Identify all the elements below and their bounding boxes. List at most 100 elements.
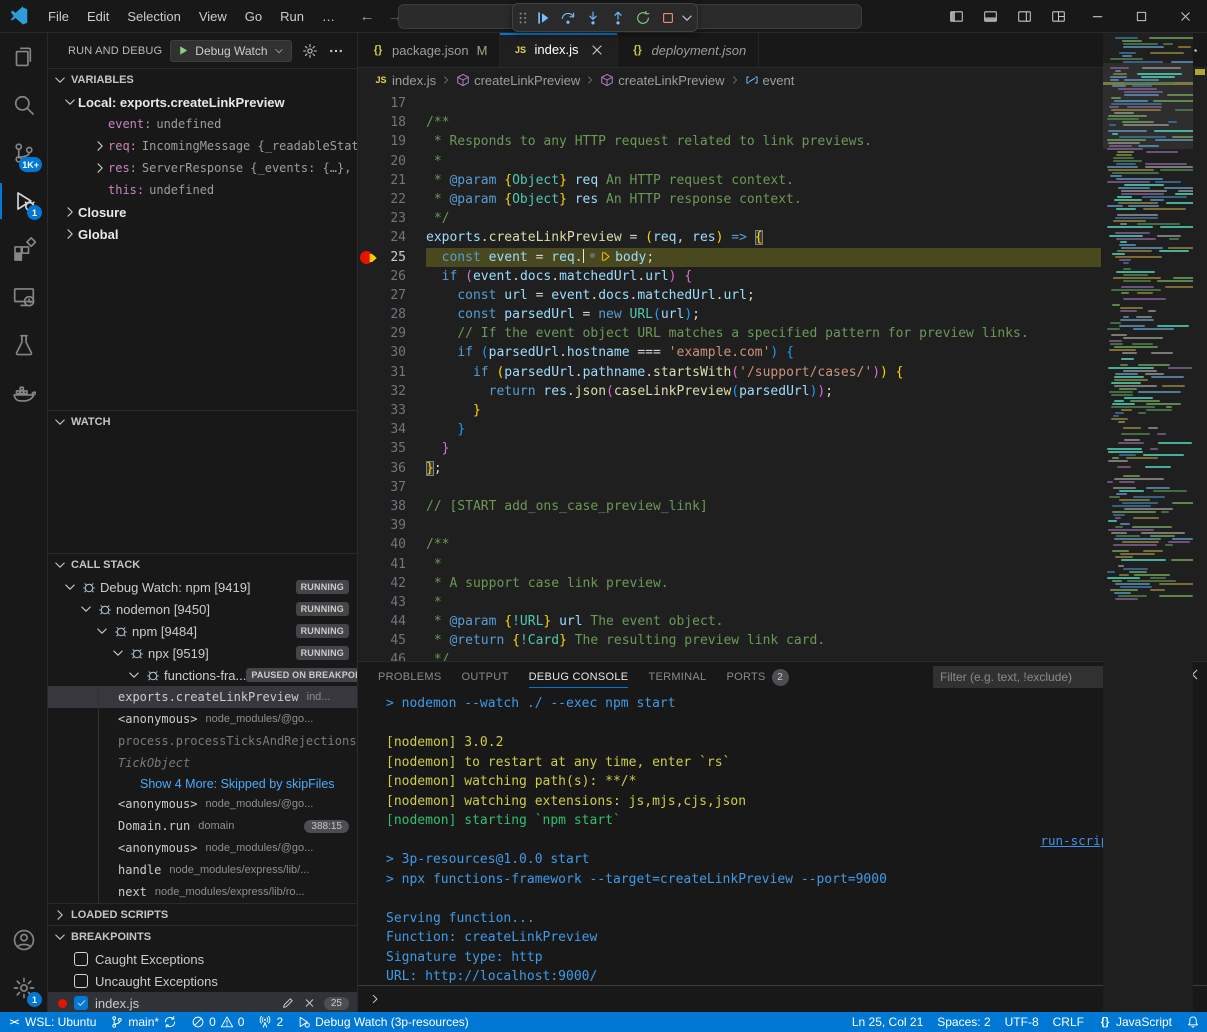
start-debug-icon[interactable]: [177, 44, 190, 57]
maximize-button[interactable]: [1119, 0, 1163, 32]
debug-session-picker[interactable]: [680, 5, 694, 30]
stack-frame-row[interactable]: Domain.rundomain388:15: [48, 815, 357, 837]
overview-ruler[interactable]: [1193, 33, 1207, 1012]
checkbox-checked[interactable]: [74, 996, 88, 1010]
gutter[interactable]: 20: [358, 152, 426, 171]
activity-bar-item-settings[interactable]: 1: [0, 964, 47, 1012]
menu-item-run[interactable]: Run: [271, 0, 313, 32]
step-over-button[interactable]: [555, 5, 580, 30]
gutter[interactable]: 24: [358, 228, 426, 247]
code-line[interactable]: 45 * @return {!Card} The resulting previ…: [358, 631, 1207, 650]
code-line[interactable]: 28 const parsedUrl = new URL(url);: [358, 305, 1207, 324]
panel-tab-output[interactable]: OUTPUT: [452, 662, 519, 692]
variable-row[interactable]: res:ServerResponse {_events: {…}, _e…: [48, 157, 357, 179]
panel-tab-ports[interactable]: PORTS2: [716, 662, 798, 692]
code-line[interactable]: 19 * Responds to any HTTP request relate…: [358, 132, 1207, 151]
breakpoint-row[interactable]: Caught Exceptions: [48, 948, 357, 970]
gutter[interactable]: 31: [358, 363, 426, 382]
code-line[interactable]: 46 */: [358, 650, 1207, 661]
restart-button[interactable]: [630, 5, 655, 30]
gutter[interactable]: 40: [358, 535, 426, 554]
gutter[interactable]: 21: [358, 171, 426, 190]
activity-bar-item-explorer[interactable]: [0, 33, 47, 81]
code-line[interactable]: 23 */: [358, 209, 1207, 228]
debug-session-row[interactable]: Debug Watch: npm [9419]RUNNING: [48, 576, 357, 598]
step-into-button[interactable]: [580, 5, 605, 30]
code-line[interactable]: 37: [358, 478, 1207, 497]
code-line[interactable]: 21 * @param {Object} req An HTTP request…: [358, 171, 1207, 190]
status-eol[interactable]: CRLF: [1046, 1012, 1091, 1032]
status-language-mode[interactable]: {}JavaScript: [1091, 1012, 1179, 1032]
variable-row[interactable]: this:undefined: [48, 179, 357, 201]
variables-header[interactable]: VARIABLES: [48, 69, 357, 91]
toggle-secondary-sidebar-button[interactable]: [1007, 0, 1041, 32]
code-line[interactable]: 25 const event = req.body;: [358, 248, 1207, 267]
gutter[interactable]: 19: [358, 132, 426, 151]
code-line[interactable]: 30 if (parsedUrl.hostname === 'example.c…: [358, 343, 1207, 362]
code-line[interactable]: 18/**: [358, 113, 1207, 132]
activity-bar-item-remote-explorer[interactable]: [0, 273, 47, 321]
status-cursor-position[interactable]: Ln 25, Col 21: [845, 1012, 930, 1032]
minimap[interactable]: [1103, 33, 1193, 1012]
gutter[interactable]: 34: [358, 420, 426, 439]
gutter[interactable]: 30: [358, 343, 426, 362]
gutter[interactable]: 38: [358, 497, 426, 516]
code-line[interactable]: 39: [358, 516, 1207, 535]
scope-row[interactable]: Global: [48, 223, 357, 245]
gutter[interactable]: 44: [358, 612, 426, 631]
gutter[interactable]: 25: [358, 248, 426, 267]
loaded-scripts-header[interactable]: LOADED SCRIPTS: [48, 904, 357, 925]
drag-handle[interactable]: [516, 5, 530, 30]
status-git-branch[interactable]: main*: [103, 1012, 184, 1032]
code-line[interactable]: 32 return res.json(caseLinkPreview(parse…: [358, 382, 1207, 401]
gutter[interactable]: 26: [358, 267, 426, 286]
activity-bar-item-testing[interactable]: [0, 321, 47, 369]
continue-button[interactable]: [530, 5, 555, 30]
debug-console-input[interactable]: [358, 985, 1207, 1012]
gutter[interactable]: 28: [358, 305, 426, 324]
edit-breakpoint-icon[interactable]: [281, 996, 295, 1010]
code-line[interactable]: 38// [START add_ons_case_preview_link]: [358, 497, 1207, 516]
stack-frame-row[interactable]: process.processTicksAndRejections: [48, 730, 357, 752]
stack-frame-row[interactable]: exports.createLinkPreviewind...: [48, 686, 357, 708]
close-tab-icon[interactable]: [589, 42, 605, 58]
code-line[interactable]: 35 }: [358, 439, 1207, 458]
step-out-button[interactable]: [605, 5, 630, 30]
code-line[interactable]: 20 *: [358, 152, 1207, 171]
code-editor[interactable]: 1718/**19 * Responds to any HTTP request…: [358, 92, 1207, 661]
scope-row[interactable]: Closure: [48, 201, 357, 223]
gutter[interactable]: 18: [358, 113, 426, 132]
menu-item-go[interactable]: Go: [236, 0, 271, 32]
menu-item-file[interactable]: File: [39, 0, 78, 32]
activity-bar-item-run-and-debug[interactable]: 1: [0, 177, 47, 225]
stack-frame-row[interactable]: <anonymous>node_modules/@go...: [48, 837, 357, 859]
gutter[interactable]: 27: [358, 286, 426, 305]
code-line[interactable]: 41 *: [358, 555, 1207, 574]
scope-row[interactable]: Local: exports.createLinkPreview: [48, 91, 357, 113]
panel-tab-terminal[interactable]: TERMINAL: [638, 662, 716, 692]
gutter[interactable]: 17: [358, 94, 426, 113]
stop-button[interactable]: [655, 5, 680, 30]
status-debug-session[interactable]: Debug Watch (3p-resources): [290, 1012, 476, 1032]
debug-console-output[interactable]: > nodemon --watch ./ --exec npm start[no…: [358, 692, 1207, 985]
minimize-button[interactable]: [1075, 0, 1119, 32]
checkbox-unchecked[interactable]: [74, 974, 88, 988]
code-line[interactable]: 40/**: [358, 535, 1207, 554]
code-line[interactable]: 42 * A support case link preview.: [358, 574, 1207, 593]
gutter[interactable]: 22: [358, 190, 426, 209]
gutter[interactable]: 36: [358, 459, 426, 478]
gutter[interactable]: 46: [358, 650, 426, 661]
gutter[interactable]: 45: [358, 631, 426, 650]
menu-item-edit[interactable]: Edit: [78, 0, 118, 32]
code-line[interactable]: 22 * @param {Object} res An HTTP respons…: [358, 190, 1207, 209]
stack-frame-row[interactable]: <anonymous>node_modules/@go...: [48, 793, 357, 815]
gutter[interactable]: 23: [358, 209, 426, 228]
breadcrumb-item[interactable]: createLinkPreview: [618, 73, 724, 88]
gutter[interactable]: 33: [358, 401, 426, 420]
breakpoint-row[interactable]: index.js25: [48, 992, 357, 1012]
gutter[interactable]: 29: [358, 324, 426, 343]
variable-row[interactable]: event:undefined: [48, 113, 357, 135]
watch-header[interactable]: WATCH: [48, 411, 357, 433]
breadcrumb-item[interactable]: index.js: [392, 73, 436, 88]
menu-item-[interactable]: …: [313, 0, 344, 32]
